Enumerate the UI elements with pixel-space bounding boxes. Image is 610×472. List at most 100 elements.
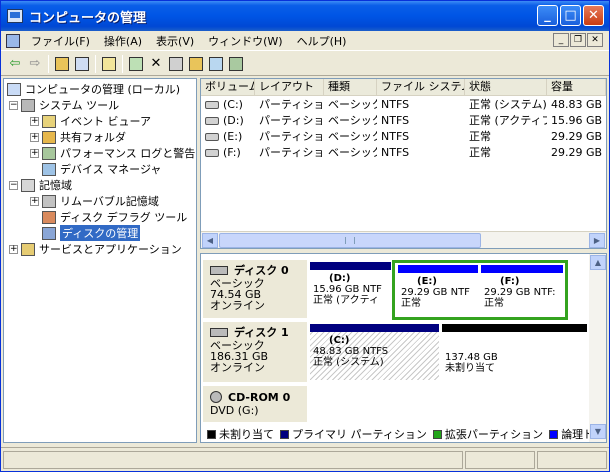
status-cell: 正常 bbox=[469, 130, 491, 143]
tree-item-label: ディスクの管理 bbox=[60, 225, 141, 241]
document-icon[interactable] bbox=[6, 33, 20, 48]
column-header-layout[interactable]: レイアウト bbox=[255, 79, 324, 96]
volume-cell: (D:) bbox=[201, 113, 255, 129]
volume-cell: (F:) bbox=[201, 145, 255, 161]
volume-icon bbox=[205, 149, 219, 157]
scroll-right-button[interactable]: ▶ bbox=[589, 233, 605, 248]
disk-0-label[interactable]: ディスク 0 ベーシック 74.54 GB オンライン bbox=[203, 260, 307, 318]
horizontal-scrollbar[interactable]: ◀ ▶ bbox=[201, 231, 606, 248]
tree-item-label: ディスク デフラグ ツール bbox=[60, 211, 188, 224]
volume-row[interactable]: (D:) パーティション ベーシック NTFS 正常 (アクティブ) 15.96… bbox=[201, 113, 606, 129]
layout-cell: パーティション bbox=[259, 114, 324, 127]
cdrom-icon bbox=[210, 391, 222, 403]
menu-bar: ファイル(F) 操作(A) 表示(V) ウィンドウ(W) ヘルプ(H) _ ❐ … bbox=[1, 31, 609, 51]
capacity-cell: 29.29 GB bbox=[551, 130, 603, 143]
disk-status: オンライン bbox=[210, 299, 265, 312]
close-button[interactable]: ✕ bbox=[583, 5, 604, 26]
status-bar bbox=[1, 447, 609, 471]
tree-item-removable-storage[interactable]: + リムーバブル記憶域 bbox=[30, 193, 159, 209]
expand-toggle[interactable]: + bbox=[30, 116, 39, 126]
show-hide-tree-button[interactable] bbox=[72, 54, 92, 74]
tree-item-computer-management[interactable]: コンピュータの管理 (ローカル) bbox=[7, 81, 180, 97]
primary-partition-bar bbox=[310, 324, 439, 332]
menu-view[interactable]: 表示(V) bbox=[149, 33, 201, 49]
column-header-volume[interactable]: ボリューム bbox=[201, 79, 255, 96]
partition-e[interactable]: (E:) 29.29 GB NTF 正常 bbox=[398, 265, 478, 316]
partition-status: 正常 (システム) bbox=[313, 357, 384, 368]
vertical-scrollbar[interactable]: ▲ ▼ bbox=[589, 254, 606, 442]
forward-button[interactable]: ⇨ bbox=[25, 54, 45, 74]
scroll-down-button[interactable]: ▼ bbox=[590, 424, 606, 439]
logical-swatch bbox=[549, 429, 559, 439]
tree-item-services-applications[interactable]: + サービスとアプリケーション bbox=[9, 241, 182, 257]
computer-icon bbox=[7, 82, 21, 96]
partition-d[interactable]: (D:) 15.96 GB NTF 正常 (アクティ bbox=[310, 262, 391, 318]
expand-toggle[interactable]: + bbox=[30, 132, 39, 142]
expand-toggle[interactable]: + bbox=[30, 148, 39, 158]
column-header-capacity[interactable]: 容量 bbox=[547, 79, 606, 96]
help-button[interactable] bbox=[99, 54, 119, 74]
disk-management-icon bbox=[42, 226, 56, 240]
export-button[interactable] bbox=[226, 54, 246, 74]
computer-management-window: コンピュータの管理 _ □ ✕ ファイル(F) 操作(A) 表示(V) ウィンド… bbox=[0, 0, 610, 472]
tree-item-storage[interactable]: − 記憶域 bbox=[9, 177, 72, 193]
scroll-up-button[interactable]: ▲ bbox=[590, 255, 606, 270]
tree-item-shared-folders[interactable]: + 共有フォルダ bbox=[30, 129, 126, 145]
child-restore-button[interactable]: ❐ bbox=[570, 33, 586, 47]
open-button[interactable] bbox=[186, 54, 206, 74]
menu-file[interactable]: ファイル(F) bbox=[24, 33, 97, 49]
expand-toggle[interactable]: + bbox=[9, 244, 18, 254]
scroll-left-button[interactable]: ◀ bbox=[202, 233, 218, 248]
shared-folder-icon bbox=[42, 130, 56, 144]
tree-item-event-viewer[interactable]: + イベント ビューア bbox=[30, 113, 151, 129]
refresh-button[interactable] bbox=[126, 54, 146, 74]
menu-help[interactable]: ヘルプ(H) bbox=[290, 33, 354, 49]
cdrom-0-label[interactable]: CD-ROM 0 DVD (G:) bbox=[203, 386, 307, 422]
unallocated-space[interactable]: 137.48 GB 未割り当て bbox=[442, 324, 587, 380]
file-system-cell: NTFS bbox=[381, 130, 410, 143]
tree-item-system-tools[interactable]: − システム ツール bbox=[9, 97, 119, 113]
partition-c[interactable]: (C:) 48.83 GB NTFS 正常 (システム) bbox=[310, 324, 439, 380]
tree-item-disk-defragmenter[interactable]: ディスク デフラグ ツール bbox=[42, 209, 187, 225]
search-button[interactable] bbox=[206, 54, 226, 74]
partition-status: 正常 bbox=[401, 298, 421, 309]
services-icon bbox=[21, 242, 35, 256]
scroll-thumb[interactable] bbox=[219, 233, 481, 248]
column-header-status[interactable]: 状態 bbox=[465, 79, 547, 96]
collapse-toggle[interactable]: − bbox=[9, 100, 18, 110]
partition-status: 正常 bbox=[484, 298, 504, 309]
child-close-button[interactable]: ✕ bbox=[587, 33, 603, 47]
volume-row[interactable]: (C:) パーティション ベーシック NTFS 正常 (システム) 48.83 … bbox=[201, 97, 606, 113]
disk-1-label[interactable]: ディスク 1 ベーシック 186.31 GB オンライン bbox=[203, 322, 307, 382]
properties-button[interactable] bbox=[166, 54, 186, 74]
tree-item-device-manager[interactable]: デバイス マネージャ bbox=[42, 161, 161, 177]
volume-row[interactable]: (E:) パーティション ベーシック NTFS 正常 29.29 GB bbox=[201, 129, 606, 145]
child-minimize-button[interactable]: _ bbox=[553, 33, 569, 47]
magnifier-icon bbox=[209, 56, 223, 71]
tree-item-performance-logs[interactable]: + パフォーマンス ログと警告 bbox=[30, 145, 195, 161]
partition-name: (D:) bbox=[329, 273, 351, 284]
delete-button[interactable]: ✕ bbox=[146, 54, 166, 74]
partition-f[interactable]: (F:) 29.29 GB NTF: 正常 bbox=[481, 265, 563, 316]
column-header-type[interactable]: 種類 bbox=[324, 79, 377, 96]
file-system-cell: NTFS bbox=[381, 114, 410, 127]
logical-drive-bar bbox=[481, 265, 563, 273]
maximize-button[interactable]: □ bbox=[560, 5, 581, 26]
column-header-file-system[interactable]: ファイル システム bbox=[377, 79, 465, 96]
title-bar[interactable]: コンピュータの管理 _ □ ✕ bbox=[1, 1, 609, 31]
menu-window[interactable]: ウィンドウ(W) bbox=[201, 33, 289, 49]
tree-item-label: デバイス マネージャ bbox=[60, 163, 162, 176]
disk-name: ディスク 1 bbox=[234, 326, 289, 339]
layout-cell: パーティション bbox=[259, 146, 324, 159]
menu-action[interactable]: 操作(A) bbox=[97, 33, 149, 49]
partition-size: 48.83 GB NTFS bbox=[313, 346, 389, 357]
minimize-button[interactable]: _ bbox=[537, 5, 558, 26]
back-button[interactable]: ⇦ bbox=[5, 54, 25, 74]
volume-row[interactable]: (F:) パーティション ベーシック NTFS 正常 29.29 GB bbox=[201, 145, 606, 161]
tree-item-disk-management[interactable]: ディスクの管理 bbox=[42, 225, 141, 241]
expand-toggle[interactable]: + bbox=[30, 196, 39, 206]
child-window-buttons: _ ❐ ✕ bbox=[553, 33, 603, 47]
up-folder-button[interactable] bbox=[52, 54, 72, 74]
device-manager-icon bbox=[42, 162, 56, 176]
collapse-toggle[interactable]: − bbox=[9, 180, 18, 190]
